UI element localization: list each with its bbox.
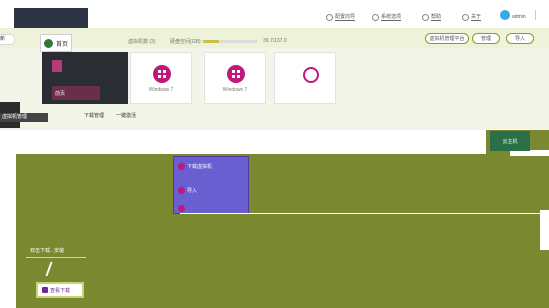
info-icon	[462, 13, 469, 21]
home-icon	[44, 38, 53, 48]
sidebar-label[interactable]: 虚拟机管理	[0, 113, 48, 122]
menu-item-import[interactable]: 导入	[176, 183, 246, 197]
workspace	[16, 130, 549, 308]
config-wizard-label: 配置向导	[335, 14, 356, 21]
home-tab[interactable]: 首页	[40, 34, 72, 52]
view-download-label: 查看下载	[50, 287, 71, 294]
nav-item-front[interactable]: 前页	[52, 86, 100, 100]
left-margin	[0, 130, 16, 308]
system-options-link[interactable]: 系统选项	[372, 12, 402, 22]
cloud-host-button[interactable]: 云主机	[490, 131, 530, 151]
nav-item-label: 前页	[55, 90, 66, 97]
view-download-button[interactable]: 查看下载	[36, 282, 84, 298]
add-icon	[303, 67, 319, 83]
about-link[interactable]: 关于	[462, 12, 482, 22]
capacity-bar-fill	[203, 40, 219, 43]
left-tag[interactable]: 新	[0, 34, 15, 45]
nav-marker	[52, 60, 62, 72]
add-vm-card[interactable]	[274, 52, 336, 104]
vm-count: 虚拟机数 (3)	[128, 39, 156, 45]
divider-line	[180, 213, 549, 214]
windows-icon	[153, 65, 171, 83]
avatar[interactable]	[500, 10, 510, 20]
context-menu: 下载虚拟机 导入	[173, 156, 249, 214]
vm-card-label: Windows 7	[222, 87, 248, 93]
capacity-bar	[203, 40, 257, 43]
app-logo	[14, 8, 88, 28]
hint-underline	[26, 257, 86, 258]
menu-item-label: 下载虚拟机	[187, 163, 213, 170]
vm-card-label: Windows 7	[148, 87, 174, 93]
home-label: 首页	[56, 41, 69, 48]
window-controls[interactable]	[535, 10, 548, 20]
platform-pill[interactable]: 虚拟机管理平台	[425, 33, 469, 44]
help-link[interactable]: 帮助	[422, 12, 442, 22]
workspace-top-gap	[16, 130, 486, 154]
cloud-host-label: 云主机	[502, 138, 518, 145]
download-hint: 双击下载...安装	[30, 248, 65, 254]
capacity-value: 39.7/137.0	[263, 38, 287, 44]
settings-icon	[326, 13, 333, 21]
more-icon	[178, 204, 185, 212]
system-options-label: 系统选项	[381, 14, 402, 21]
toolbar-download[interactable]: 下载管理	[84, 112, 104, 119]
manage-pill[interactable]: 管理	[472, 33, 500, 44]
download-icon	[178, 162, 185, 170]
import-icon	[178, 186, 185, 194]
about-label: 关于	[471, 14, 482, 21]
import-pill[interactable]: 导入	[506, 33, 534, 44]
capacity-label: 硬盘空间(GB):	[170, 39, 202, 45]
options-icon	[372, 13, 379, 21]
windows-icon	[227, 65, 245, 83]
config-wizard-link[interactable]: 配置向导	[326, 12, 356, 22]
toolbar-activate[interactable]: 一键激活	[116, 112, 136, 119]
download-icon	[42, 287, 48, 293]
help-icon	[422, 13, 429, 21]
vm-card[interactable]: Windows 7	[204, 52, 266, 104]
help-label: 帮助	[431, 14, 442, 21]
menu-item-label: 导入	[187, 187, 198, 194]
user-name[interactable]: admin	[512, 12, 526, 22]
right-edge	[540, 210, 549, 250]
menu-item-download[interactable]: 下载虚拟机	[176, 159, 246, 173]
vm-card[interactable]: Windows 7	[130, 52, 192, 104]
